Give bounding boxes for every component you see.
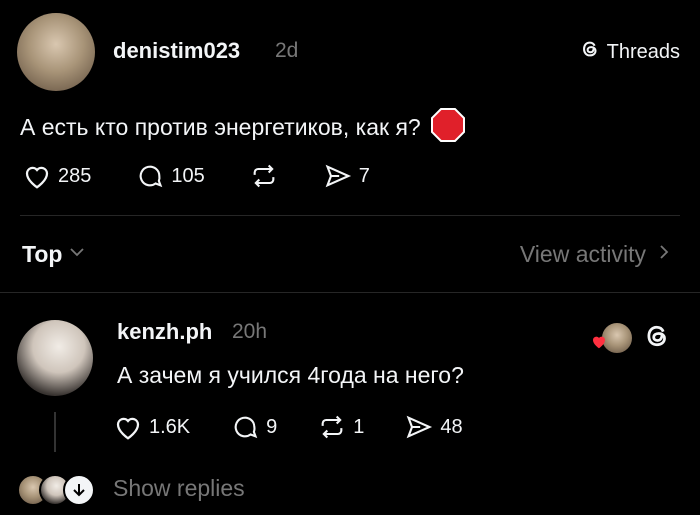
post-body: А есть кто против энергетиков, как я? [20, 108, 465, 147]
reply-comment-count: 9 [266, 415, 278, 438]
reply-time: 20h [232, 320, 268, 343]
stop-sign-emoji-icon [430, 108, 465, 147]
reply-like-button[interactable]: 1.6K [113, 413, 190, 441]
reply-username[interactable]: kenzh.ph [117, 319, 212, 345]
sort-label: Top [22, 241, 63, 267]
threads-logo-icon [579, 38, 601, 66]
reply-repost-count: 1 [353, 415, 365, 438]
send-icon [323, 162, 353, 190]
chevron-right-icon [658, 243, 670, 266]
reply-like-count: 1.6K [149, 415, 191, 438]
comment-bubble-icon [135, 162, 165, 190]
reply-share-button[interactable]: 48 [404, 413, 463, 441]
arrow-down-icon [63, 474, 95, 506]
reply-repost-button[interactable]: 1 [317, 413, 364, 441]
like-count: 285 [58, 164, 92, 187]
post-time: 2d [275, 39, 299, 62]
share-button[interactable]: 7 [323, 162, 370, 190]
author-username[interactable]: denistim023 [113, 38, 240, 64]
repost-icon [249, 162, 279, 190]
reply-text: А зачем я учился 4года на него? [117, 362, 464, 388]
reply-actions: 1.6K 9 1 48 [113, 413, 463, 441]
like-button[interactable]: 285 [22, 162, 91, 190]
reply-avatar[interactable] [17, 320, 93, 396]
sort-dropdown[interactable]: Top [22, 241, 86, 268]
threads-brand-label: Threads [606, 40, 680, 63]
view-activity-link[interactable]: View activity [520, 241, 670, 268]
author-liked-indicator [590, 321, 634, 355]
view-activity-label: View activity [519, 241, 646, 267]
author-avatar[interactable] [17, 13, 95, 91]
heart-filled-icon [590, 333, 608, 355]
share-count: 7 [358, 164, 370, 187]
chevron-down-icon [68, 245, 86, 264]
comment-bubble-icon [230, 413, 260, 441]
post-text: А есть кто против энергетиков, как я? [20, 114, 421, 140]
comment-count: 105 [171, 164, 205, 187]
threads-logo-icon[interactable] [642, 321, 672, 356]
heart-icon [113, 413, 143, 441]
threads-brand-link[interactable]: Threads [579, 38, 680, 66]
post-divider [20, 215, 680, 216]
thread-connector-line [54, 412, 56, 452]
reply-share-count: 48 [440, 415, 463, 438]
repost-icon [317, 413, 347, 441]
send-icon [404, 413, 434, 441]
repost-button[interactable] [249, 162, 279, 190]
reply-comment-button[interactable]: 9 [230, 413, 277, 441]
replier-avatars [17, 472, 95, 506]
heart-icon [22, 162, 52, 190]
section-divider [0, 292, 700, 293]
show-replies-label: Show replies [113, 474, 245, 501]
comment-button[interactable]: 105 [135, 162, 205, 190]
post-actions: 285 105 7 [22, 162, 370, 190]
show-replies-row[interactable]: Show replies [17, 472, 245, 506]
